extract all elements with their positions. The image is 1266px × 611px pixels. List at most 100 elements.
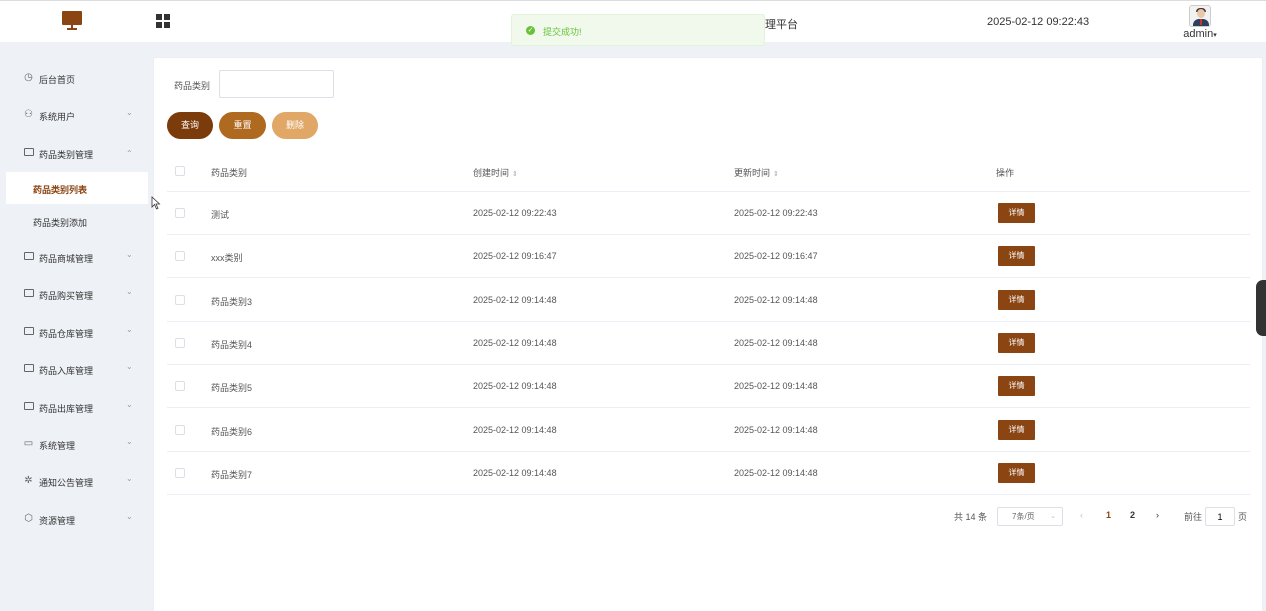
chevron-down-icon: ⌄ <box>126 400 133 409</box>
sidebar-item-label: 通知公告管理 <box>39 478 94 488</box>
row-divider <box>167 407 1250 408</box>
box-icon <box>23 326 34 337</box>
query-button[interactable]: 查询 <box>167 112 213 139</box>
cell-updated: 2025-02-12 09:16:47 <box>734 251 818 261</box>
row-checkbox[interactable] <box>175 468 185 478</box>
detail-button[interactable]: 详情 <box>998 420 1035 440</box>
box-icon <box>23 288 34 299</box>
sort-icon[interactable]: ⇕ <box>512 171 518 178</box>
chevron-down-icon: ⌄ <box>126 512 133 521</box>
sidebar-item-resource-management[interactable]: ⬡ 资源管理 ⌄ <box>0 509 148 529</box>
delete-button[interactable]: 删除 <box>272 112 318 139</box>
prev-page-button[interactable]: ‹ <box>1080 510 1083 520</box>
column-header-category: 药品类别 <box>211 168 248 178</box>
chevron-down-icon: ⌄ <box>126 287 133 296</box>
page-number-1[interactable]: 1 <box>1106 510 1111 520</box>
sidebar-item-label: 药品类别管理 <box>39 150 94 160</box>
cell-updated: 2025-02-12 09:14:48 <box>734 338 818 348</box>
sidebar-item-home[interactable]: ◷ 后台首页 <box>0 68 148 88</box>
chevron-down-icon: ⌄ <box>126 474 133 483</box>
success-toast: ✓ 提交成功! <box>511 14 765 46</box>
detail-button[interactable]: 详情 <box>998 333 1035 353</box>
sidebar-subitem-category-add[interactable]: 药品类别添加 <box>6 205 148 237</box>
detail-button[interactable]: 详情 <box>998 463 1035 483</box>
avatar[interactable] <box>1189 5 1211 27</box>
monitor-logo-icon <box>62 11 82 31</box>
row-checkbox[interactable] <box>175 338 185 348</box>
cell-created: 2025-02-12 09:16:47 <box>473 251 557 261</box>
column-header-updated[interactable]: 更新时间 ⇕ <box>734 166 779 179</box>
cell-created: 2025-02-12 09:22:43 <box>473 208 557 218</box>
row-checkbox[interactable] <box>175 425 185 435</box>
row-checkbox[interactable] <box>175 381 185 391</box>
sidebar-item-category-management[interactable]: 药品类别管理 ⌃ <box>0 143 148 163</box>
sidebar-item-label: 药品入库管理 <box>39 366 94 376</box>
row-checkbox[interactable] <box>175 251 185 261</box>
chevron-up-icon: ⌃ <box>126 149 133 158</box>
row-divider <box>167 234 1250 235</box>
cell-category: 药品类别7 <box>211 470 253 480</box>
goto-page-input[interactable] <box>1205 507 1235 526</box>
column-header-created[interactable]: 创建时间 ⇕ <box>473 166 518 179</box>
cell-updated: 2025-02-12 09:14:48 <box>734 425 818 435</box>
box-icon <box>23 401 34 412</box>
current-datetime: 2025-02-12 09:22:43 <box>987 16 1090 28</box>
sort-icon[interactable]: ⇕ <box>773 171 779 178</box>
goto-label: 前往 <box>1184 512 1203 522</box>
column-header-label: 创建时间 <box>473 168 510 178</box>
sidebar-item-system-management[interactable]: ▭ 系统管理 ⌄ <box>0 434 148 454</box>
page-size-select[interactable]: 7条/页 ⌄ <box>997 507 1063 526</box>
sidebar-item-label: 后台首页 <box>39 75 76 85</box>
cell-category: 测试 <box>211 210 230 220</box>
platform-title: 理平台 <box>765 19 798 31</box>
box-icon <box>23 147 34 158</box>
cell-created: 2025-02-12 09:14:48 <box>473 338 557 348</box>
column-header-label: 更新时间 <box>734 168 771 178</box>
sidebar-subitem-label: 药品类别添加 <box>33 218 88 228</box>
chevron-down-icon: ⌄ <box>126 362 133 371</box>
sparkle-icon: ✲ <box>24 475 33 486</box>
folder-icon: ▭ <box>23 438 34 449</box>
chevron-down-icon[interactable]: ⌄ <box>1050 508 1056 525</box>
menu-grid-icon[interactable] <box>156 14 170 28</box>
sidebar-item-notice-management[interactable]: ✲ 通知公告管理 ⌄ <box>0 471 148 491</box>
user-name-dropdown[interactable]: admin▾ <box>1180 28 1220 40</box>
caret-down-icon[interactable]: ▾ <box>1213 32 1217 39</box>
sidebar-item-drug-outbound[interactable]: 药品出库管理 ⌄ <box>0 397 148 417</box>
sidebar-item-drug-inbound[interactable]: 药品入库管理 ⌄ <box>0 359 148 379</box>
cell-updated: 2025-02-12 09:22:43 <box>734 208 818 218</box>
detail-button[interactable]: 详情 <box>998 290 1035 310</box>
user-menu[interactable]: admin▾ <box>1180 5 1220 40</box>
chevron-down-icon: ⌄ <box>126 325 133 334</box>
reset-button[interactable]: 重置 <box>219 112 266 139</box>
side-drawer-tab[interactable] <box>1256 280 1266 336</box>
page-size-value[interactable]: 7条/页 <box>1012 512 1035 521</box>
sidebar-item-drug-purchase[interactable]: 药品购买管理 ⌄ <box>0 284 148 304</box>
sidebar-item-drug-warehouse[interactable]: 药品仓库管理 ⌄ <box>0 322 148 342</box>
cube-icon: ⬡ <box>24 513 33 524</box>
next-page-button[interactable]: › <box>1156 510 1159 520</box>
category-search-input[interactable] <box>219 70 334 98</box>
sidebar-item-system-users[interactable]: ⚇ 系统用户 ⌄ <box>0 105 148 125</box>
row-checkbox[interactable] <box>175 208 185 218</box>
page-number-2[interactable]: 2 <box>1130 510 1135 520</box>
detail-button[interactable]: 详情 <box>998 246 1035 266</box>
chevron-down-icon: ⌄ <box>126 437 133 446</box>
sidebar-subitem-label: 药品类别列表 <box>33 185 88 195</box>
select-all-checkbox[interactable] <box>175 166 185 176</box>
row-divider <box>167 277 1250 278</box>
row-divider <box>167 321 1250 322</box>
mouse-cursor-icon <box>151 196 161 210</box>
row-divider <box>167 451 1250 452</box>
row-checkbox[interactable] <box>175 295 185 305</box>
sidebar-item-drug-mall[interactable]: 药品商城管理 ⌄ <box>0 247 148 267</box>
box-icon <box>23 251 34 262</box>
detail-button[interactable]: 详情 <box>998 376 1035 396</box>
cell-updated: 2025-02-12 09:14:48 <box>734 381 818 391</box>
row-divider <box>167 364 1250 365</box>
main-panel <box>153 57 1263 611</box>
detail-button[interactable]: 详情 <box>998 203 1035 223</box>
user-name[interactable]: admin <box>1183 28 1213 40</box>
cell-updated: 2025-02-12 09:14:48 <box>734 468 818 478</box>
sidebar-subitem-category-list[interactable]: 药品类别列表 <box>6 172 148 204</box>
